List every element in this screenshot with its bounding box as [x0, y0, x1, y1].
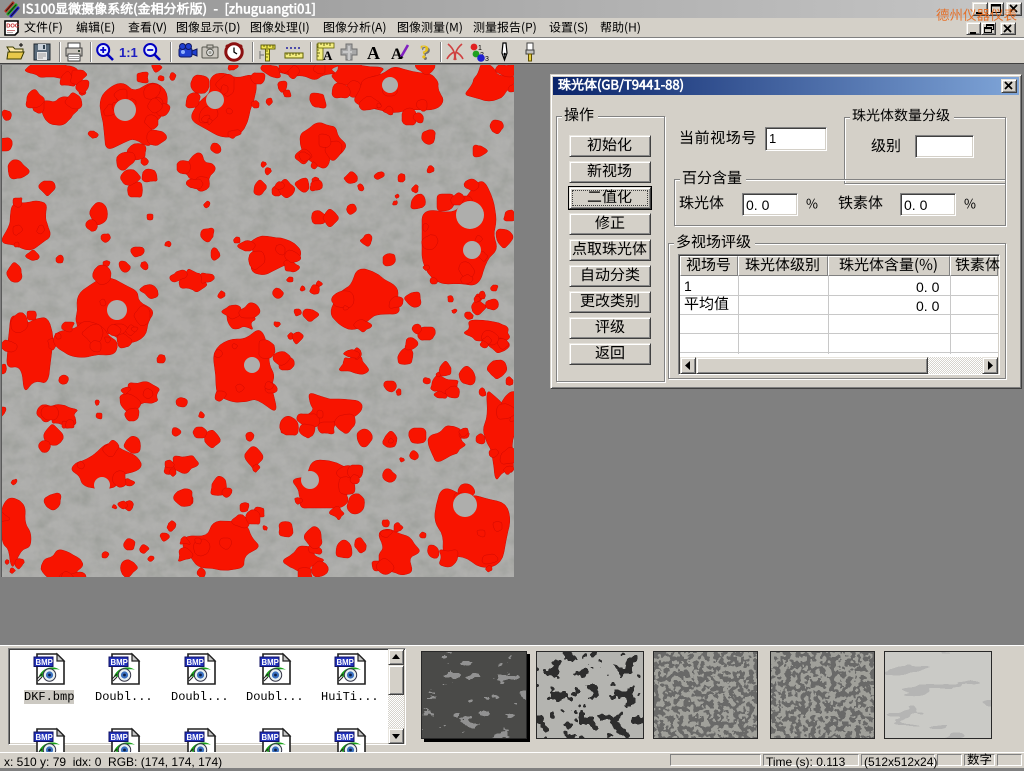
svg-text:1: 1 [478, 45, 482, 52]
svg-text:DOC: DOC [6, 24, 20, 30]
svg-text:3: 3 [485, 56, 489, 63]
svg-text:A: A [367, 43, 380, 63]
svg-text:1:1: 1:1 [119, 45, 138, 60]
svg-text:A: A [323, 48, 333, 63]
svg-text:?: ? [420, 42, 430, 64]
